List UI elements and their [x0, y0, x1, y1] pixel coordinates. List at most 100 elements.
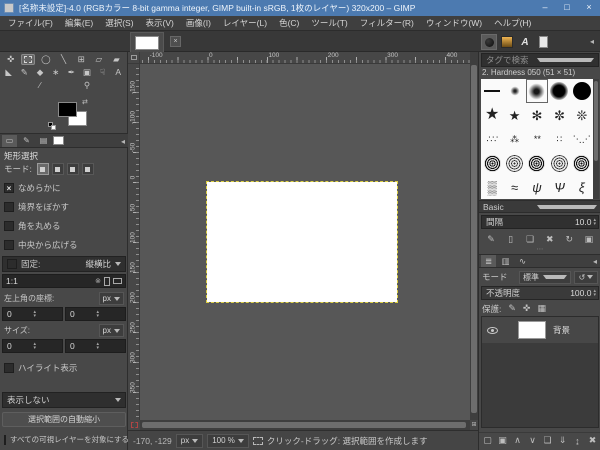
menu-3[interactable]: 表示(V) [140, 16, 180, 30]
mode-replace[interactable] [37, 163, 49, 175]
brush-grass-1[interactable]: ψ [526, 175, 548, 199]
brush-splatter-1[interactable]: ★ [503, 103, 525, 127]
maximize-button[interactable]: □ [556, 0, 578, 16]
brush-texture-2[interactable]: ≈ [503, 175, 525, 199]
device-status-tab[interactable]: ✎ [19, 135, 34, 147]
position-unit-combo[interactable]: px [99, 292, 124, 305]
spinner-arrows-icon[interactable]: ▴▾ [34, 310, 61, 318]
horizontal-scrollbar[interactable] [140, 420, 470, 430]
brush-soft-dot-large[interactable] [548, 79, 570, 103]
channels-tab[interactable]: ▥ [498, 255, 513, 267]
clone-tool[interactable]: ▣ [80, 67, 94, 78]
checkbox[interactable] [4, 221, 14, 231]
mode-group-switch[interactable]: ↺ [574, 271, 598, 284]
guides-combo[interactable]: 表示しない [2, 392, 126, 408]
edit-brush-icon[interactable]: ✎ [484, 234, 499, 245]
brush-texture-1[interactable]: ▒ [481, 175, 503, 199]
layer-row[interactable]: 背景 [482, 317, 598, 343]
spinner-arrows-icon[interactable]: ▴▾ [34, 342, 61, 350]
raise-layer-icon[interactable]: ∧ [511, 435, 524, 446]
menu-6[interactable]: 色(C) [273, 16, 305, 30]
size-width-field[interactable]: 0 ▴▾ [2, 339, 63, 353]
position-y-field[interactable]: 0 ▴▾ [65, 307, 126, 321]
menu-2[interactable]: 選択(S) [99, 16, 139, 30]
brush-grid-scrollbar[interactable] [593, 79, 599, 199]
brush-soft-dot-medium[interactable] [526, 79, 548, 103]
mode-subtract[interactable] [67, 163, 79, 175]
ruler-corner-button[interactable] [128, 52, 140, 64]
eraser-tool[interactable]: ◆ [33, 67, 47, 78]
horizontal-ruler[interactable]: -1000100200300400 [140, 52, 470, 64]
foreground-color-swatch[interactable] [58, 102, 77, 117]
free-select-tool[interactable]: ◯ [39, 54, 53, 65]
crop-tool[interactable]: ⊞ [74, 54, 88, 65]
highlight-checkbox[interactable] [4, 363, 14, 373]
dock-menu-icon[interactable]: ◂ [590, 37, 594, 46]
brush-solid-circle[interactable] [571, 79, 593, 103]
brush-chalk-2[interactable]: ⁂ [503, 127, 525, 151]
text-tool[interactable]: A [111, 67, 125, 78]
brush-group-combo[interactable]: Basic [479, 200, 600, 213]
brush-grain-1[interactable] [481, 151, 503, 175]
mode-add[interactable] [52, 163, 64, 175]
scrollbar-thumb[interactable] [594, 81, 598, 161]
fixed-checkbox[interactable] [7, 259, 17, 269]
mode-intersect[interactable] [82, 163, 94, 175]
delete-layer-icon[interactable]: ✖ [586, 435, 599, 446]
scrollbar-thumb[interactable] [142, 422, 466, 428]
brush-star[interactable]: ★ [481, 103, 503, 127]
menu-7[interactable]: ツール(T) [305, 16, 353, 30]
lower-layer-icon[interactable]: ∨ [526, 435, 539, 446]
brush-speckle[interactable]: ⋱⋰ [571, 127, 593, 151]
portrait-icon[interactable] [104, 277, 110, 286]
anchor-layer-icon[interactable]: ↨ [571, 436, 584, 446]
checkbox[interactable] [4, 240, 14, 250]
brush-chalk-1[interactable]: ∴∵ [481, 127, 503, 151]
fuzzy-select-tool[interactable]: ╲ [57, 54, 71, 65]
lock-pixels-icon[interactable]: ✎ [508, 303, 516, 314]
layer-mode-combo[interactable]: 標準 [519, 271, 571, 284]
merge-down-icon[interactable]: ⇓ [556, 435, 569, 446]
duplicate-layer-icon[interactable]: ❏ [541, 435, 554, 446]
shrink-merged-checkbox[interactable] [4, 435, 6, 445]
aspect-ratio-field[interactable]: 1:1 ⊗ [2, 274, 126, 288]
navigation-button[interactable]: ⊞ [470, 420, 478, 430]
rectangle-select-tool[interactable] [21, 54, 35, 65]
refresh-brushes-icon[interactable]: ↻ [562, 234, 577, 245]
document-history-tab[interactable] [535, 34, 551, 50]
clear-icon[interactable]: ⊗ [95, 277, 101, 285]
brush-grass-3[interactable]: ξ [571, 175, 593, 199]
scrollbar-thumb[interactable] [471, 65, 477, 413]
spinner-arrows-icon[interactable]: ▴▾ [593, 289, 596, 297]
auto-shrink-button[interactable]: 選択範囲の自動縮小 [2, 412, 126, 427]
transform-tool[interactable]: ▱ [92, 54, 106, 65]
menu-4[interactable]: 画像(I) [180, 16, 217, 30]
checkbox[interactable] [4, 202, 14, 212]
delete-brush-icon[interactable]: ✖ [542, 234, 557, 245]
size-unit-combo[interactable]: px [99, 324, 124, 337]
quick-mask-toggle[interactable] [128, 420, 140, 430]
size-height-field[interactable]: 0 ▴▾ [65, 339, 126, 353]
default-colors-icon[interactable] [48, 122, 57, 131]
tag-search-combo[interactable]: タグで検索 [481, 53, 599, 67]
vertical-scrollbar[interactable] [470, 52, 478, 420]
zoom-combo[interactable]: 100 % [207, 434, 249, 448]
new-group-icon[interactable]: ▣ [496, 435, 509, 446]
smudge-tool[interactable]: ☟ [96, 67, 110, 78]
tool-options-menu-icon[interactable]: ◂ [121, 137, 125, 146]
duplicate-brush-icon[interactable]: ❏ [523, 234, 538, 245]
bucket-fill-tool[interactable]: ◣ [2, 67, 16, 78]
lock-alpha-icon[interactable]: ▦ [537, 303, 546, 314]
landscape-icon[interactable] [113, 278, 122, 284]
color-picker-tool[interactable]: ∕ [33, 80, 47, 91]
swap-colors-icon[interactable]: ⇄ [82, 98, 88, 106]
menu-0[interactable]: ファイル(F) [2, 16, 59, 30]
brushes-tab[interactable] [481, 34, 497, 50]
gradients-tab[interactable] [499, 34, 515, 50]
move-tool[interactable]: ✜ [4, 54, 18, 65]
lock-position-icon[interactable]: ✜ [523, 303, 531, 314]
brush-grain-2[interactable] [503, 151, 525, 175]
checkbox[interactable]: × [4, 183, 14, 193]
brush-grain-3[interactable] [526, 151, 548, 175]
fixed-combo[interactable]: 固定: 縦横比 [2, 256, 126, 272]
